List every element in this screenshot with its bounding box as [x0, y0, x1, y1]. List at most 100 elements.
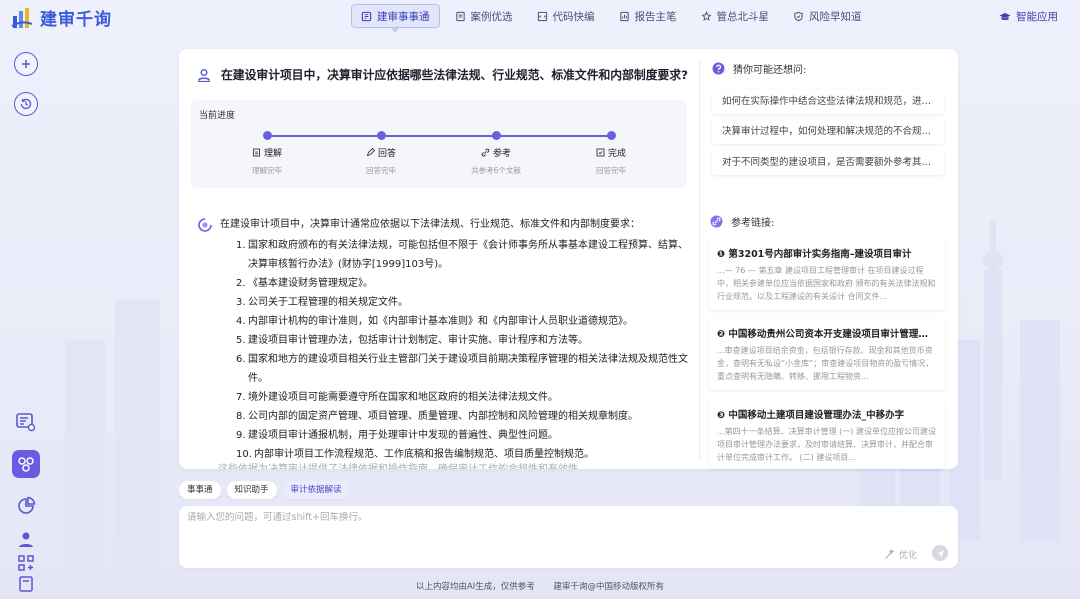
- chip-audit-basis[interactable]: 审计依据解读: [282, 481, 350, 499]
- reference-card-body: ...审查建设项目结余资金，包括银行存款、现金和其他货币资金，查明有无私设“小金…: [717, 346, 934, 381]
- rail-statistics[interactable]: [12, 492, 40, 520]
- reference-card[interactable]: ❷ 中国移动贵州公司资本开支建设项目审计管理办法 ...审查建设项目结余资金，包…: [709, 320, 945, 390]
- assistant-avatar-icon: [198, 218, 212, 232]
- step-dot: [376, 131, 386, 140]
- progress-title: 当前进度: [199, 111, 236, 121]
- list-item: 6. 国家和地方的建设项目相关行业主管部门关于建设项目前期决策程序管理的相关法律法…: [236, 354, 688, 384]
- optimize-label: 优化: [899, 551, 918, 561]
- nodes-icon: [18, 457, 34, 472]
- chat-input[interactable]: [187, 512, 887, 523]
- smart-app-label: 智能应用: [1016, 11, 1058, 23]
- pen-icon: [366, 148, 375, 157]
- list-item: 3. 公司关于工程管理的相关规定文件。: [236, 297, 408, 308]
- answer-list: 1. 国家和政府颁布的有关法律法规，可能包括但不限于《会计师事务所从事基本建设工程…: [236, 236, 688, 464]
- book-icon: [361, 11, 372, 21]
- chip-shishitong[interactable]: 事事通: [179, 481, 221, 499]
- progress-step-done: 完成 回答完毕: [561, 131, 661, 176]
- column-divider: [699, 60, 700, 460]
- link-icon: [481, 148, 490, 157]
- progress-step-understand: 理解 理解完毕: [217, 131, 317, 176]
- send-icon: [936, 549, 944, 557]
- question-mark-icon: [712, 62, 725, 75]
- link-circle-icon: [710, 215, 723, 228]
- plus-icon: [22, 60, 30, 68]
- app-name: 建审千询: [40, 10, 112, 30]
- footer: 以上内容均由AI生成，仅供参考 建审千询@中国移动版权所有: [0, 580, 1080, 592]
- shield-icon: [794, 11, 803, 21]
- reference-card-title: ❷ 中国移动贵州公司资本开支建设项目审计管理办法: [717, 329, 937, 340]
- suggest-item[interactable]: 决算审计过程中，如何处理和解决规范的不合规问题?: [712, 120, 944, 144]
- reference-card[interactable]: ❸ 中国移动土建项目建设管理办法_中移办字 ...第四十一条结算、决算审计管理 …: [709, 401, 945, 469]
- suggest-item[interactable]: 对于不同类型的建设项目，是否需要额外参考其他规范?: [712, 151, 944, 175]
- step-sub: 回答完毕: [366, 166, 396, 175]
- building-backdrop: [65, 300, 160, 580]
- rail-settings-doc[interactable]: [12, 408, 40, 436]
- nav-label: 管总北斗星: [716, 10, 770, 23]
- suggest-item[interactable]: 如何在实际操作中结合这些法律法规和规范，进行有效的决算审计?: [712, 90, 944, 114]
- star-icon: [701, 10, 711, 21]
- step-sub: 回答完毕: [596, 166, 626, 175]
- mode-chips: 事事通 知识助手 审计依据解读: [179, 481, 350, 499]
- app-logo[interactable]: 建审千询: [10, 5, 112, 30]
- reference-card-title: ❸ 中国移动土建项目建设管理办法_中移办字: [717, 410, 905, 421]
- step-dot: [606, 131, 616, 140]
- step-sub: 理解完毕: [252, 166, 282, 175]
- step-label: 参考: [492, 149, 511, 159]
- magic-wand-icon: [885, 549, 895, 559]
- chip-knowledge-assistant[interactable]: 知识助手: [226, 481, 277, 499]
- progress-step-answer: 回答 回答完毕: [331, 131, 431, 176]
- rail-knowledge[interactable]: [12, 450, 40, 478]
- progress-line: [267, 135, 611, 137]
- list-item: 8. 公司内部的固定资产管理、项目管理、质量管理、内部控制和风险管理的相关规章制度…: [236, 411, 638, 422]
- document-settings-icon: [16, 413, 36, 432]
- new-chat-button[interactable]: [14, 52, 38, 76]
- list-item: 5. 建设项目审计管理办法，包括审计计划制定、审计实施、审计程序和方法等。: [236, 335, 588, 346]
- optimize-button[interactable]: 优化: [884, 548, 917, 561]
- smart-app-button[interactable]: 智能应用: [999, 9, 1058, 24]
- nav-label: 风险早知道: [809, 10, 862, 23]
- send-button[interactable]: [932, 545, 948, 561]
- user-avatar-icon: [197, 68, 211, 82]
- progress-panel: 当前进度 理解 理解完毕 回答 回答完毕 参考 共参考6个文献 完成 回答完毕: [191, 100, 687, 188]
- logo-icon: [11, 7, 33, 28]
- footer-copyright: 建审千询@中国移动版权所有: [553, 582, 665, 592]
- nav-item-cases[interactable]: 案例优选: [446, 4, 522, 28]
- step-label: 回答: [377, 149, 396, 159]
- history-icon: [20, 98, 32, 110]
- list-item: 9. 建设项目审计通报机制，用于处理审计中发现的普遍性、典型性问题。: [236, 430, 558, 441]
- list-item: 4. 内部审计机构的审计准则，如《内部审计基本准则》和《内部审计人员职业道德规范》…: [236, 316, 633, 327]
- nav-item-beidou[interactable]: 管总北斗星: [692, 4, 779, 28]
- answer-intro: 在建设审计项目中，决算审计通常应依据以下法律法规、行业规范、标准文件和内部制度要…: [220, 219, 640, 230]
- check-icon: [596, 148, 605, 157]
- pie-chart-icon: [18, 496, 36, 514]
- question-text: 在建设审计项目中，决算审计应依据哪些法律法规、行业规范、标准文件和内部制度要求?: [221, 68, 688, 82]
- reference-card-title: ❶ 第3201号内部审计实务指南–建设项目审计: [717, 249, 912, 260]
- nav-item-code[interactable]: 代码快编: [528, 4, 604, 28]
- step-dot: [491, 131, 501, 140]
- suggest-header: 猜你可能还想问:: [712, 61, 806, 76]
- reference-header: 参考链接:: [710, 214, 774, 229]
- top-bar: 建审千询 建审事事通 案例优选 代码快编 报告主笔 管总北斗星 风险早知道 智能…: [0, 0, 1080, 34]
- list-item: 2. 《基本建设财务管理规定》。: [236, 278, 373, 289]
- file-icon: [253, 148, 260, 157]
- nav-label: 案例优选: [470, 10, 513, 23]
- reference-title: 参考链接:: [731, 218, 775, 229]
- graduation-cap-icon: [999, 12, 1011, 20]
- step-label: 理解: [263, 149, 282, 159]
- nav-item-report[interactable]: 报告主笔: [610, 4, 686, 28]
- nav-item-jianshen[interactable]: 建审事事通: [351, 4, 440, 33]
- answer-clipped-line: 这些依据为决算审计提供了法律依据和操作指南，确保审计工作的合规性和有效性。: [218, 462, 638, 469]
- history-button[interactable]: [14, 92, 38, 116]
- step-sub: 共参考6个文献: [471, 166, 521, 175]
- nav-item-risk[interactable]: 风险早知道: [784, 4, 871, 28]
- footer-disclaimer: 以上内容均由AI生成，仅供参考: [415, 582, 535, 592]
- reference-card[interactable]: ❶ 第3201号内部审计实务指南–建设项目审计 ...— 76 — 第五章 建设…: [709, 240, 945, 310]
- suggest-title: 猜你可能还想问:: [733, 65, 807, 76]
- list-item: 7. 境外建设项目可能需要遵守所在国家和地区政府的相关法律法规文件。: [236, 392, 558, 403]
- step-dot: [262, 131, 272, 140]
- reference-card-body: ...第四十一条结算、决算审计管理 (一) 建设单位应按公司建设项目审计管理办法…: [717, 427, 936, 462]
- nav-label: 代码快编: [552, 10, 595, 23]
- report-icon: [619, 11, 629, 21]
- list-item: 1. 国家和政府颁布的有关法律法规，可能包括但不限于《会计师事务所从事基本建设工程…: [236, 240, 688, 270]
- progress-step-reference: 参考 共参考6个文献: [446, 131, 546, 176]
